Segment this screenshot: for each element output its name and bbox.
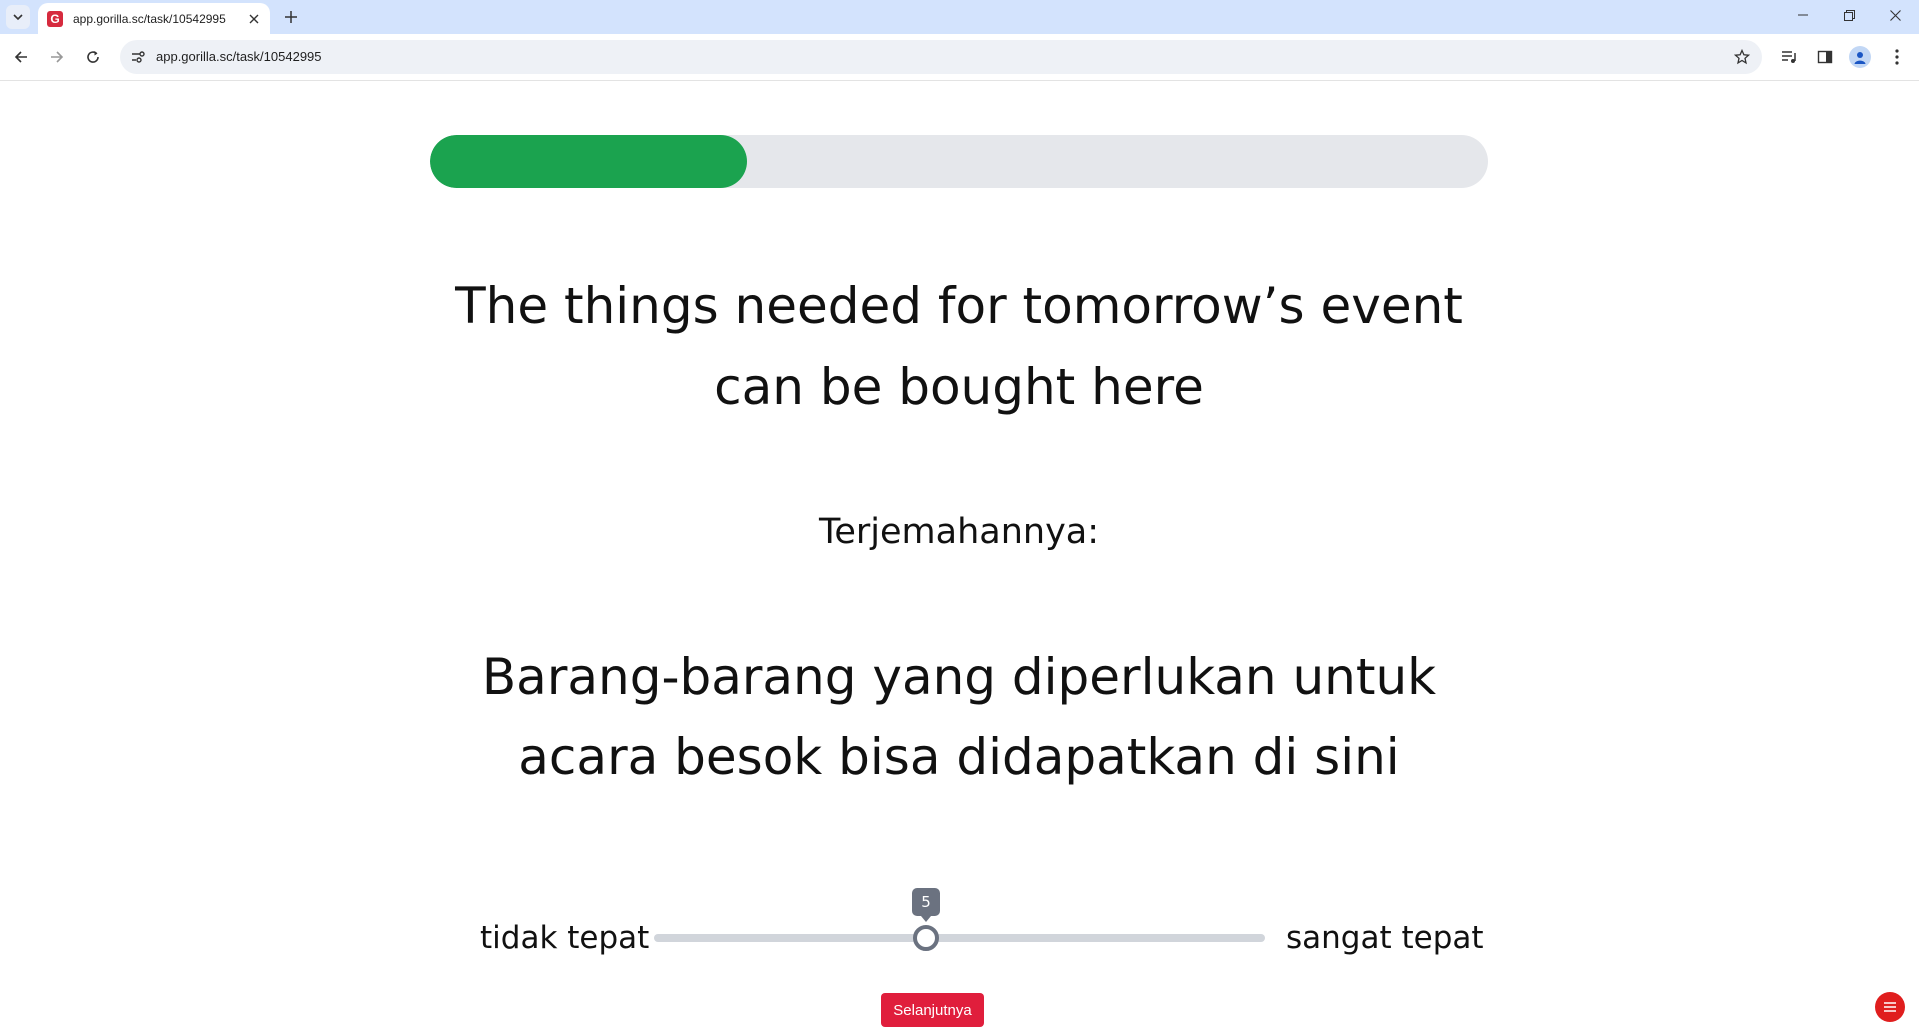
indonesian-sentence-line-2: acara besok bisa didapatkan di sini [518,728,1400,786]
close-window-icon[interactable] [1872,0,1918,30]
profile-icon[interactable] [1849,46,1871,68]
site-info-icon[interactable] [128,47,148,67]
next-button[interactable]: Selanjutnya [881,993,984,1027]
minimize-icon[interactable] [1780,0,1826,30]
star-icon[interactable] [1732,47,1752,67]
gorilla-favicon-icon: G [47,10,63,27]
media-icon[interactable] [1778,46,1800,68]
tab-title: app.gorilla.sc/task/10542995 [73,11,226,26]
slider-value-bubble: 5 [912,888,940,922]
indonesian-sentence: Barang-barang yang diperlukan untuk acar… [400,637,1518,797]
url-text: app.gorilla.sc/task/10542995 [156,49,322,64]
progress-bar [430,135,1488,188]
browser-toolbar: app.gorilla.sc/task/10542995 [0,34,1919,81]
kebab-menu-icon[interactable] [1886,46,1908,68]
close-icon[interactable] [246,11,262,27]
side-panel-icon[interactable] [1814,46,1836,68]
restore-icon[interactable] [1826,0,1872,30]
english-sentence-line-1: The things needed for tomorrow’s event [455,277,1463,335]
english-sentence: The things needed for tomorrow’s event c… [400,266,1518,428]
reload-icon[interactable] [80,44,106,70]
indonesian-sentence-line-1: Barang-barang yang diperlukan untuk [481,648,1437,706]
translation-label: Terjemahannya: [818,512,1100,552]
forward-icon[interactable] [44,44,70,70]
progress-fill [430,135,747,188]
english-sentence-line-2: can be bought here [714,358,1204,416]
rating-slider-thumb[interactable] [913,925,939,951]
scale-left-label: tidak tepat [480,920,650,956]
browser-tab[interactable]: G app.gorilla.sc/task/10542995 [38,3,270,34]
hamburger-menu-icon[interactable] [1875,992,1905,1022]
back-icon[interactable] [8,44,34,70]
rating-slider-track[interactable] [654,934,1265,942]
address-bar[interactable]: app.gorilla.sc/task/10542995 [120,40,1762,74]
scale-right-label: sangat tepat [1286,920,1484,956]
plus-icon[interactable] [280,6,302,28]
tab-search-icon[interactable] [6,5,30,29]
tab-strip: G app.gorilla.sc/task/10542995 [0,0,1919,34]
